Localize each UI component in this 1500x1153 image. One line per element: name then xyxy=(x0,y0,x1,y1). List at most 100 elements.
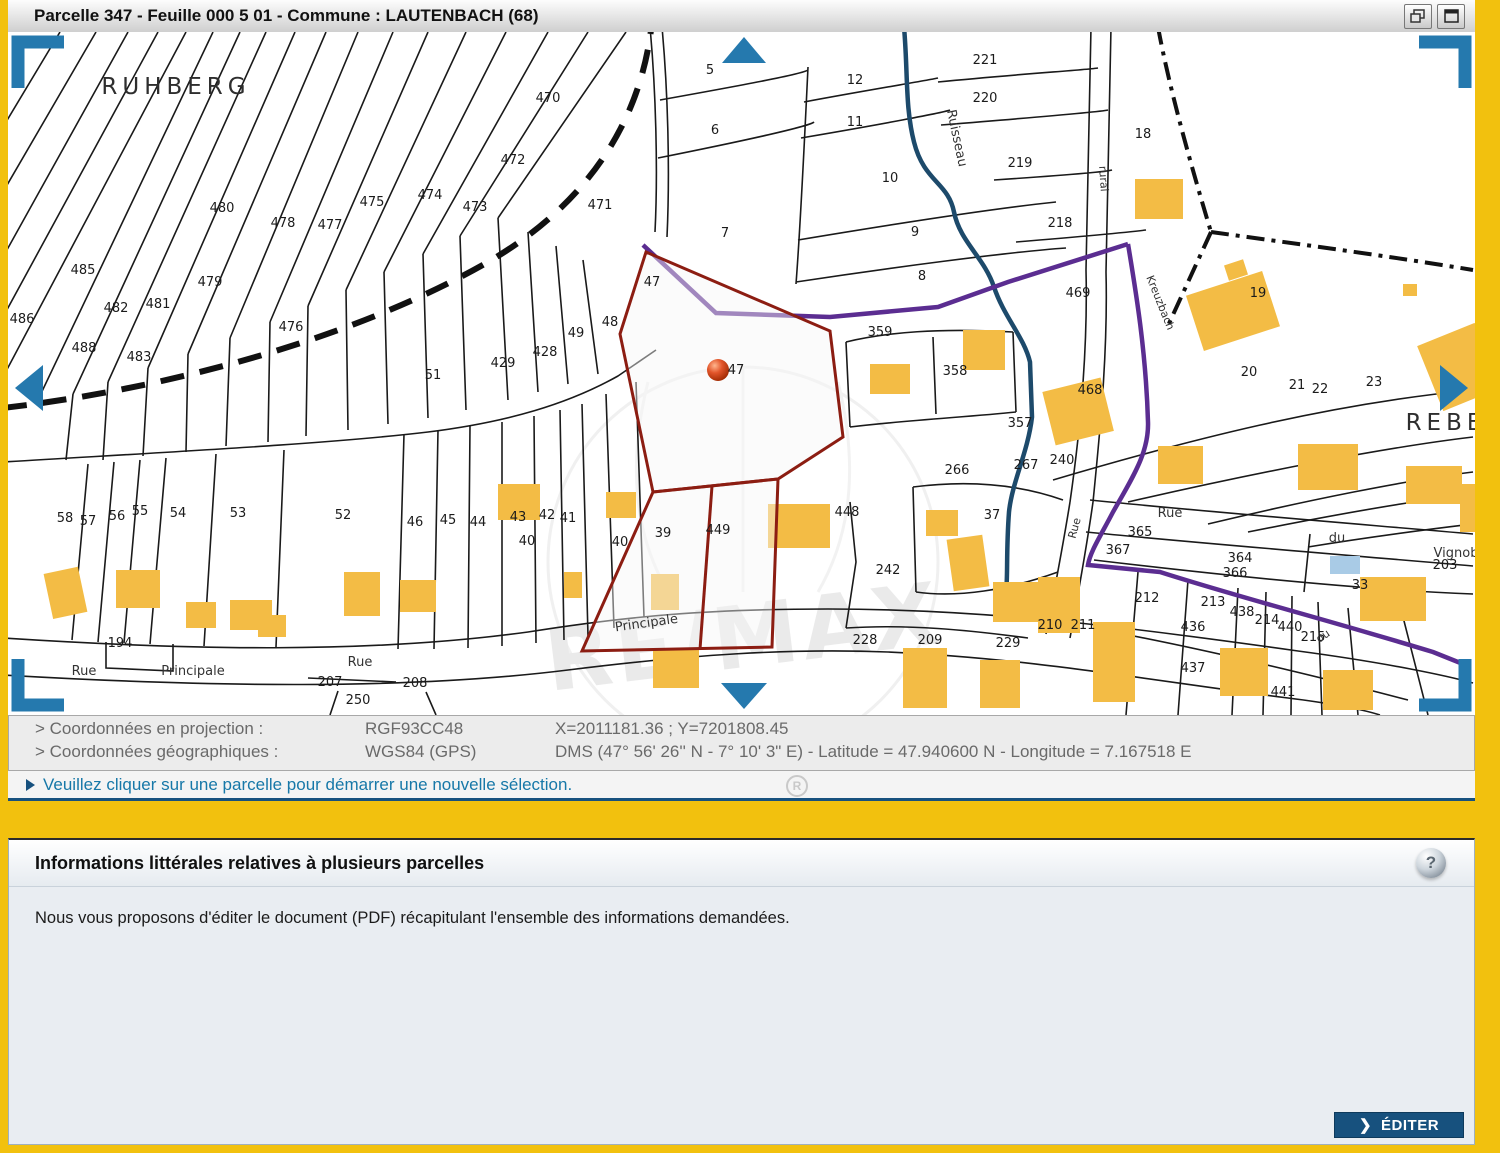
parcel-number-label: 58 xyxy=(57,511,74,526)
panel-header: Informations littérales relatives à plus… xyxy=(9,840,1474,887)
parcel-number-label: 474 xyxy=(418,188,443,203)
parcel-number-label: 44 xyxy=(470,515,487,530)
parcel-number-label: 221 xyxy=(973,53,998,68)
parcel-number-label: 359 xyxy=(868,325,893,340)
parcel-number-label: 8 xyxy=(918,269,926,284)
street-label: du xyxy=(1329,531,1346,546)
parcel-number-label: 428 xyxy=(533,345,558,360)
parcel-number-label: 441 xyxy=(1271,685,1296,700)
window-title: Parcelle 347 - Feuille 000 5 01 - Commun… xyxy=(8,6,1404,26)
geographic-value: DMS (47° 56' 26'' N - 7° 10' 3" E) - Lat… xyxy=(555,742,1474,762)
parcel-number-label: 208 xyxy=(403,676,428,691)
parcel-number-label: 219 xyxy=(1008,156,1033,171)
pan-down-arrow[interactable] xyxy=(721,683,767,709)
parcel-number-label: 365 xyxy=(1128,525,1153,540)
parcel-number-label: 250 xyxy=(346,693,371,708)
parcel-number-label: 483 xyxy=(127,350,152,365)
parcel-number-label: 364 xyxy=(1228,551,1253,566)
parcel-number-label: 440 xyxy=(1278,620,1303,635)
commune-boundary xyxy=(1158,32,1473,330)
parcel-number-label: 449 xyxy=(706,523,731,538)
parcel-number-label: 52 xyxy=(335,508,352,523)
parcel-number-label: 242 xyxy=(876,563,901,578)
parcel-number-label: 470 xyxy=(536,91,561,106)
parcel-number-label: 207 xyxy=(318,675,343,690)
street-label: Principale xyxy=(161,664,224,679)
parcel-marker[interactable] xyxy=(707,359,729,381)
parcel-number-label: 194 xyxy=(108,636,133,651)
restore-window-button[interactable] xyxy=(1404,4,1432,29)
street-label: Kreuzbach xyxy=(1143,273,1177,331)
instruction-text: Veuillez cliquer sur une parcelle pour d… xyxy=(43,775,572,795)
pool xyxy=(1330,556,1360,574)
parcel-number-label: 429 xyxy=(491,356,516,371)
parcel-number-label: 55 xyxy=(132,504,149,519)
window-titlebar: Parcelle 347 - Feuille 000 5 01 - Commun… xyxy=(8,0,1475,33)
parcel-number-label: 10 xyxy=(882,171,899,186)
parcel-number-label: 367 xyxy=(1106,543,1131,558)
parcel-number-label: 214 xyxy=(1255,613,1280,628)
parcel-number-label: 437 xyxy=(1181,661,1206,676)
parcel-number-label: 240 xyxy=(1050,453,1075,468)
parcel-number-label: 366 xyxy=(1223,566,1248,581)
parcel-number-label: 468 xyxy=(1078,383,1103,398)
parcel-number-label: 20 xyxy=(1241,365,1258,380)
parcel-number-label: 46 xyxy=(407,515,424,530)
parcel-number-label: 40 xyxy=(519,534,536,549)
street-label: Rue xyxy=(348,655,373,670)
parcel-number-label: 476 xyxy=(279,320,304,335)
parcel-number-label: 51 xyxy=(425,368,442,383)
street-label: rural xyxy=(1096,165,1111,192)
information-panel: Informations littérales relatives à plus… xyxy=(8,838,1475,1145)
parcel-number-label: 211 xyxy=(1071,618,1096,633)
parcel-number-label: 54 xyxy=(170,506,187,521)
geographic-label: > Coordonnées géographiques : xyxy=(35,742,365,762)
parcel-number-label: 21 xyxy=(1289,378,1306,393)
parcel-number-label: 45 xyxy=(440,513,457,528)
parcel-number-label: 477 xyxy=(318,218,343,233)
cadastral-map[interactable]: RE/MAX xyxy=(8,32,1475,716)
parcel-number-label: 479 xyxy=(198,275,223,290)
edit-button-label: ÉDITER xyxy=(1381,1117,1439,1134)
place-label: RUHBERG xyxy=(101,74,250,100)
registered-trademark-icon: R xyxy=(786,775,808,797)
panel-body-text: Nous vous proposons d'éditer le document… xyxy=(9,887,1474,950)
place-label: REBE xyxy=(1406,410,1475,436)
parcel-number-label: 436 xyxy=(1181,620,1206,635)
parcel-number-label: 213 xyxy=(1201,595,1226,610)
parcel-number-label: 482 xyxy=(104,301,129,316)
parcel-number-label: 19 xyxy=(1250,286,1267,301)
parcel-number-label: 49 xyxy=(568,326,585,341)
maximize-window-button[interactable] xyxy=(1437,4,1465,29)
geographic-coordinates-row: > Coordonnées géographiques : WGS84 (GPS… xyxy=(9,739,1474,762)
parcel-number-label: 438 xyxy=(1230,605,1255,620)
parcel-number-label: 57 xyxy=(80,514,97,529)
parcel-number-label: 475 xyxy=(360,195,385,210)
play-arrow-icon xyxy=(26,779,35,791)
edit-pdf-button[interactable]: ❯ ÉDITER xyxy=(1334,1112,1464,1138)
parcel-number-label: 481 xyxy=(146,297,171,312)
parcel-number-label: 37 xyxy=(984,508,1001,523)
marker-label: 47 xyxy=(728,363,745,378)
geographic-datum: WGS84 (GPS) xyxy=(365,742,555,762)
parcel-number-label: 471 xyxy=(588,198,613,213)
parcel-number-label: 488 xyxy=(72,341,97,356)
coordinates-panel: > Coordonnées en projection : RGF93CC48 … xyxy=(8,715,1475,771)
parcel-number-label: 7 xyxy=(721,226,729,241)
parcel-number-label: 43 xyxy=(510,510,527,525)
help-button[interactable]: ? xyxy=(1416,848,1446,878)
parcel-number-label: 39 xyxy=(655,526,672,541)
street-label: Vignob xyxy=(1434,546,1475,561)
projection-datum: RGF93CC48 xyxy=(365,719,555,739)
street-label: Rue xyxy=(1158,506,1183,521)
parcel-number-label: 209 xyxy=(918,633,943,648)
panel-title: Informations littérales relatives à plus… xyxy=(9,853,1416,874)
pan-up-arrow[interactable] xyxy=(722,37,766,63)
parcel-number-label: 56 xyxy=(109,509,126,524)
parcel-number-label: 18 xyxy=(1135,127,1152,142)
restore-icon xyxy=(1410,9,1426,23)
parcel-number-label: 448 xyxy=(835,505,860,520)
chevron-right-icon: ❯ xyxy=(1359,1116,1372,1134)
parcel-number-label: 266 xyxy=(945,463,970,478)
street-label: Rue xyxy=(72,664,97,679)
